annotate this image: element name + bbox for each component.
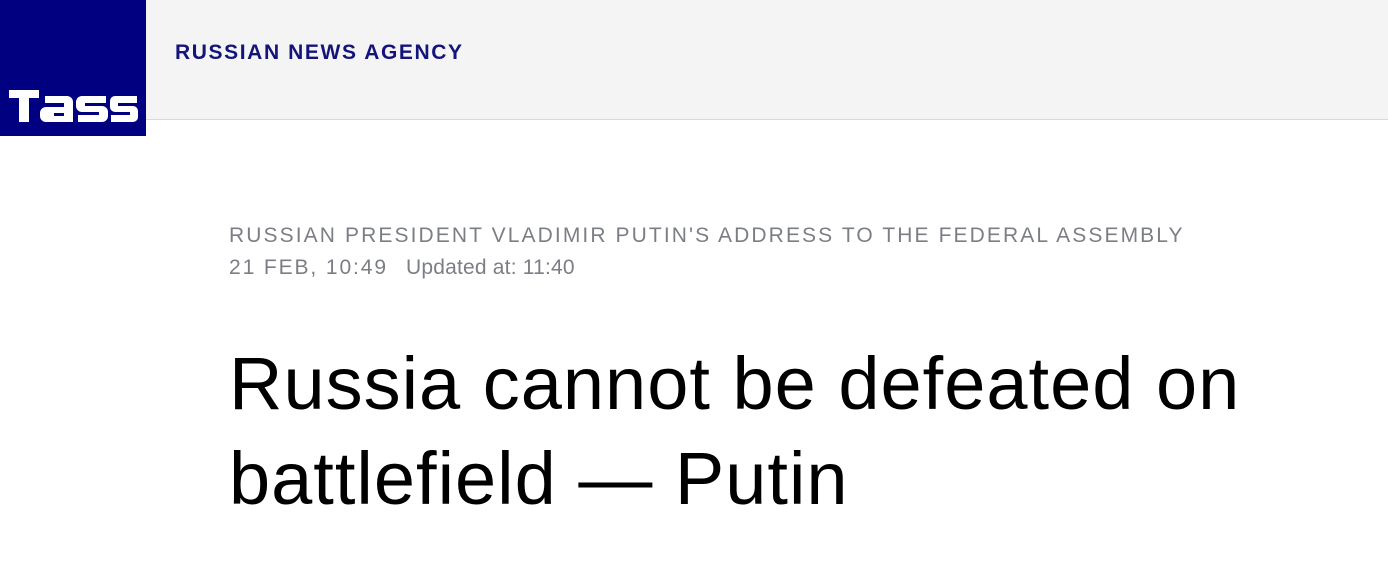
tass-logo[interactable] bbox=[0, 0, 146, 136]
article-headline: Russia cannot be defeated on battlefield… bbox=[229, 342, 1241, 520]
tass-logo-mark bbox=[9, 90, 138, 122]
page: RUSSIAN NEWS AGENCY RUSSIAN PRESIDENT VL… bbox=[0, 0, 1388, 580]
article-rubric[interactable]: RUSSIAN PRESIDENT VLADIMIR PUTIN'S ADDRE… bbox=[229, 224, 1185, 248]
article-meta: 21 FEB, 10:49 Updated at: 11:40 bbox=[229, 256, 575, 280]
updated-time: Updated at: 11:40 bbox=[405, 256, 575, 279]
agency-name[interactable]: RUSSIAN NEWS AGENCY bbox=[175, 41, 464, 65]
publish-date: 21 FEB, 10:49 bbox=[229, 256, 388, 279]
